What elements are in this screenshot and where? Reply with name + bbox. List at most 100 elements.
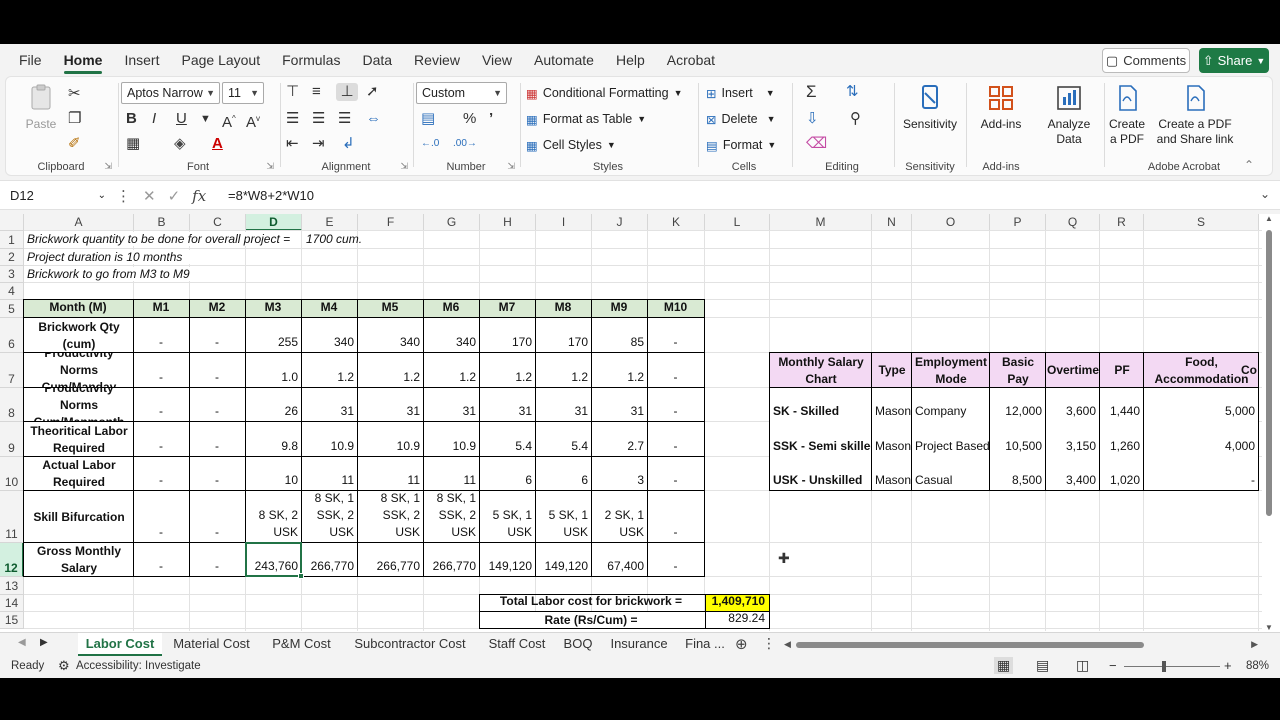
table-cell[interactable]: - [648, 422, 705, 457]
table-cell[interactable]: - [134, 543, 190, 577]
table-header-cell[interactable]: M6 [424, 300, 480, 318]
table-cell[interactable]: 149,120 [536, 543, 592, 577]
total-value[interactable]: 1,409,710 [705, 595, 769, 612]
create-pdf-button[interactable]: Create a PDF [1106, 83, 1148, 147]
insert-cells-button[interactable]: ⊞ Insert ▼ [706, 83, 775, 103]
zoom-out-icon[interactable]: − [1109, 658, 1117, 673]
table-cell[interactable]: 8 SK, 1 SSK, 2 USK [358, 491, 424, 543]
addins-button[interactable]: Add-ins [970, 83, 1032, 132]
row-label-cell[interactable]: Productivity Norms Cum/Manday [24, 353, 134, 388]
row-header-6[interactable]: 6 [0, 318, 24, 353]
table-cell[interactable]: 266,770 [424, 543, 480, 577]
salary-cell[interactable]: USK - Unskilled [770, 457, 872, 491]
table-cell[interactable]: 11 [358, 457, 424, 491]
salary-cell[interactable]: Mason [872, 422, 912, 457]
normal-view-icon[interactable]: ▦ [994, 657, 1014, 674]
wrap-text-icon[interactable]: ↲ [342, 135, 355, 153]
salary-cell[interactable]: 1,020 [1100, 457, 1144, 491]
row-header-2[interactable]: 2 [0, 249, 24, 266]
comments-button[interactable]: ▢ Comments [1102, 48, 1190, 73]
table-header-cell[interactable]: M8 [536, 300, 592, 318]
table-header-cell[interactable]: Month (M) [24, 300, 134, 318]
table-cell[interactable]: 11 [424, 457, 480, 491]
menu-data[interactable]: Data [351, 44, 403, 76]
table-cell[interactable]: 1.2 [358, 353, 424, 388]
table-cell[interactable]: - [648, 543, 705, 577]
function-icon[interactable]: fx [192, 187, 206, 205]
salary-header-cell[interactable]: PF [1100, 353, 1144, 388]
salary-cell[interactable]: 4,000 [1144, 422, 1259, 457]
salary-header-cell[interactable]: Basic Pay [990, 353, 1046, 388]
table-header-cell[interactable]: M9 [592, 300, 648, 318]
table-cell[interactable]: - [190, 543, 246, 577]
table-cell[interactable]: 85 [592, 318, 648, 353]
table-cell[interactable]: - [648, 353, 705, 388]
table-cell[interactable]: 31 [424, 388, 480, 422]
salary-cell[interactable]: 12,000 [990, 388, 1046, 422]
column-header-f[interactable]: F [358, 214, 424, 231]
salary-cell[interactable]: 10,500 [990, 422, 1046, 457]
sensitivity-button[interactable]: Sensitivity [898, 83, 962, 132]
increase-indent-icon[interactable]: ⇥ [312, 135, 325, 153]
table-header-cell[interactable]: M5 [358, 300, 424, 318]
row-label-cell[interactable]: Brickwork Qty (cum) [24, 318, 134, 353]
bold-icon[interactable]: B [126, 110, 137, 128]
row-header-13[interactable]: 13 [0, 577, 24, 595]
table-cell[interactable]: 1.0 [246, 353, 302, 388]
add-sheet-icon[interactable]: ⊕ [735, 635, 748, 653]
cut-icon[interactable]: ✂ [68, 85, 81, 103]
table-cell[interactable]: 2 SK, 1 USK [592, 491, 648, 543]
chevron-down-icon[interactable]: ▼ [200, 110, 211, 128]
alignment-launcher-icon[interactable]: ⇲ [400, 161, 408, 172]
create-pdf-share-button[interactable]: Create a PDF and Share link [1150, 83, 1240, 147]
row-label-cell[interactable]: Theoritical Labor Required [24, 422, 134, 457]
sheet-tab-labor-cost[interactable]: Labor Cost [78, 633, 162, 657]
table-cell[interactable]: - [134, 353, 190, 388]
row-header-8[interactable]: 8 [0, 388, 24, 422]
table-cell[interactable]: 31 [536, 388, 592, 422]
column-header-e[interactable]: E [302, 214, 358, 231]
salary-header-cell[interactable]: Employment Mode [912, 353, 990, 388]
column-header-k[interactable]: K [648, 214, 705, 231]
page-break-icon[interactable]: ◫ [1076, 657, 1089, 674]
column-header-l[interactable]: L [705, 214, 770, 231]
align-right-icon[interactable]: ☰ [338, 110, 351, 128]
column-header-m[interactable]: M [770, 214, 872, 231]
salary-header-cell[interactable]: Co [1239, 353, 1259, 388]
row-label-cell[interactable]: Gross Monthly Salary [24, 543, 134, 577]
table-cell[interactable]: 1.2 [424, 353, 480, 388]
table-cell[interactable]: - [190, 318, 246, 353]
row-header-4[interactable]: 4 [0, 283, 24, 300]
table-cell[interactable]: 10.9 [358, 422, 424, 457]
table-cell[interactable]: 1.2 [302, 353, 358, 388]
table-cell[interactable]: 255 [246, 318, 302, 353]
increase-decimal-icon[interactable]: ←.0 [421, 135, 439, 153]
row-label-cell[interactable]: Productivity Norms Cum/Manmonth [24, 388, 134, 422]
table-cell[interactable]: 11 [302, 457, 358, 491]
row-label-cell[interactable]: Actual Labor Required [24, 457, 134, 491]
clear-icon[interactable]: ⌫ [806, 135, 827, 153]
table-cell[interactable]: 9.8 [246, 422, 302, 457]
salary-cell[interactable]: 3,600 [1046, 388, 1100, 422]
column-header-i[interactable]: I [536, 214, 592, 231]
table-cell[interactable]: 1.2 [480, 353, 536, 388]
align-bottom-icon[interactable]: ⊥ [336, 83, 358, 101]
row-header-7[interactable]: 7 [0, 353, 24, 388]
column-header-h[interactable]: H [480, 214, 536, 231]
delete-cells-button[interactable]: ⊠ Delete ▼ [706, 109, 776, 129]
number-launcher-icon[interactable]: ⇲ [507, 161, 515, 172]
table-cell[interactable]: - [190, 353, 246, 388]
salary-header-cell[interactable]: Overtime [1046, 353, 1100, 388]
font-launcher-icon[interactable]: ⇲ [266, 161, 274, 172]
salary-header-cell[interactable]: Type [872, 353, 912, 388]
salary-cell[interactable]: Mason [872, 388, 912, 422]
menu-view[interactable]: View [471, 44, 523, 76]
menu-help[interactable]: Help [605, 44, 656, 76]
collapse-ribbon-icon[interactable]: ⌃ [1244, 158, 1254, 172]
sheet-tab-subcontractor-cost[interactable]: Subcontractor Cost [345, 633, 475, 657]
column-header-n[interactable]: N [872, 214, 912, 231]
zoom-level[interactable]: 88% [1246, 660, 1269, 672]
table-cell[interactable]: - [648, 318, 705, 353]
sort-filter-icon[interactable]: ⇅ [846, 83, 859, 101]
menu-review[interactable]: Review [403, 44, 471, 76]
